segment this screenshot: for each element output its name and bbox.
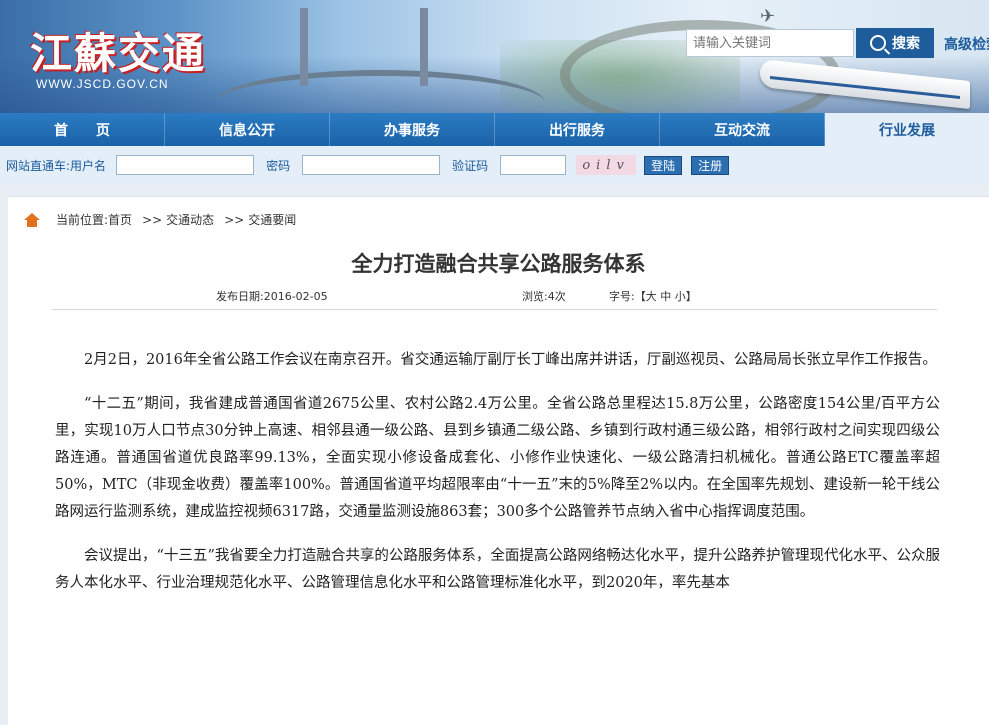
home-icon: [24, 212, 40, 227]
search-input[interactable]: [686, 29, 854, 57]
password-label: 密码: [266, 158, 291, 173]
nav-industry[interactable]: 行业发展: [825, 113, 989, 146]
breadcrumb: 当前位置: 首页 >> 交通动态 >> 交通要闻: [24, 211, 296, 228]
breadcrumb-separator: >>: [142, 212, 163, 227]
banner-bridge-tower: [300, 8, 308, 86]
breadcrumb-separator: >>: [224, 212, 245, 227]
search-button[interactable]: 搜索: [856, 28, 934, 58]
breadcrumb-home[interactable]: 首页: [108, 211, 132, 228]
breadcrumb-current-label: 当前位置:: [56, 213, 109, 227]
nav-home[interactable]: 首 页: [0, 113, 165, 146]
site-logo[interactable]: 江蘇交通: [30, 20, 206, 81]
search-icon: [870, 35, 886, 51]
view-count-value: 4次: [547, 290, 566, 303]
username-label: 用户名: [70, 158, 107, 173]
breadcrumb-traffic-headlines[interactable]: 交通要闻: [248, 211, 296, 228]
site-url: WWW.JSCD.GOV.CN: [36, 77, 169, 91]
login-bar: 网站直通车: 用户名 密码 验证码 oilv 登陆 注册: [0, 146, 989, 184]
nav-interaction[interactable]: 互动交流: [660, 113, 825, 146]
article-paragraph: “十二五”期间，我省建成普通国省道2675公里、农村公路2.4万公里。全省公路总…: [55, 396, 940, 520]
password-input[interactable]: [302, 155, 441, 175]
article-panel: 当前位置: 首页 >> 交通动态 >> 交通要闻 全力打造融合共享公路服务体系 …: [8, 196, 989, 725]
article-title: 全力打造融合共享公路服务体系: [351, 252, 646, 276]
advanced-search-link[interactable]: 高级检索: [944, 34, 989, 54]
nav-info-public[interactable]: 信息公开: [165, 113, 330, 146]
username-input[interactable]: [116, 155, 255, 175]
main-nav: 首 页 信息公开 办事服务 出行服务 互动交流 行业发展: [0, 113, 989, 146]
breadcrumb-traffic-news[interactable]: 交通动态: [166, 211, 214, 228]
publish-date: 发布日期:2016-02-05: [216, 288, 328, 304]
captcha-image[interactable]: oilv: [576, 155, 637, 175]
article-paragraph: 会议提出，“十三五”我省要全力打造融合共享的公路服务体系，全面提高公路网络畅达化…: [55, 548, 940, 591]
banner-bridge-tower: [420, 8, 428, 86]
publish-date-value: 2016-02-05: [263, 290, 328, 303]
article-paragraph: 2月2日，2016年全省公路工作会议在南京召开。省交通运输厅副厅长丁峰出席并讲话…: [84, 352, 937, 368]
nav-services[interactable]: 办事服务: [330, 113, 495, 146]
title-divider: [52, 309, 937, 310]
nav-travel[interactable]: 出行服务: [495, 113, 660, 146]
login-button[interactable]: 登陆: [644, 155, 683, 175]
font-size-switcher[interactable]: 字号:【大 中 小】: [609, 288, 697, 304]
view-count-label: 浏览:: [522, 290, 548, 303]
captcha-input[interactable]: [500, 155, 567, 175]
captcha-label: 验证码: [452, 158, 489, 173]
direct-label: 网站直通车:: [6, 158, 71, 173]
airplane-icon: ✈: [760, 6, 776, 27]
site-banner: ✈ 江蘇交通 WWW.JSCD.GOV.CN 搜索 高级检索: [0, 0, 989, 113]
view-count: 浏览:4次: [522, 288, 566, 304]
publish-date-label: 发布日期:: [216, 290, 264, 303]
article-body: 2月2日，2016年全省公路工作会议在南京召开。省交通运输厅副厅长丁峰出席并讲话…: [55, 347, 940, 614]
register-button[interactable]: 注册: [691, 155, 730, 175]
search-button-label: 搜索: [892, 36, 920, 52]
